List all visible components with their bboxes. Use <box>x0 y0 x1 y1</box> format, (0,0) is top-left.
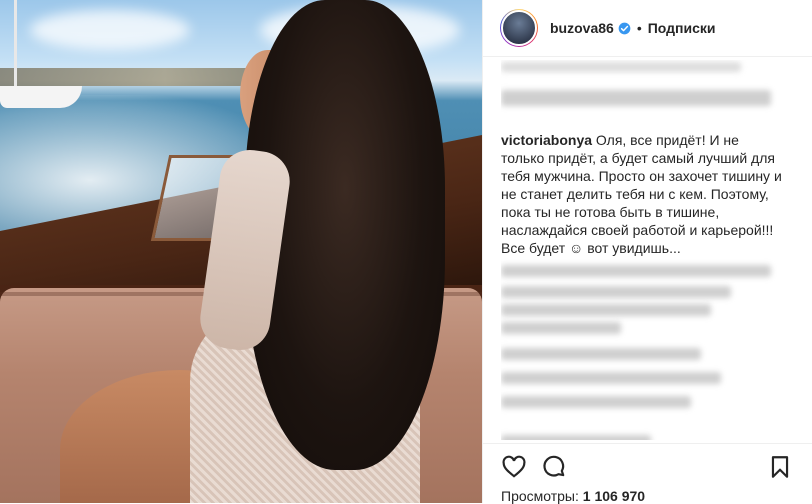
cloud <box>30 10 190 50</box>
sailboat-hull <box>0 86 82 108</box>
comment-icon[interactable] <box>541 454 567 480</box>
views-count[interactable]: Просмотры: 1 106 970 <box>501 488 645 504</box>
blurred-comment <box>501 90 771 106</box>
blurred-comment <box>501 304 711 316</box>
verified-badge-icon <box>618 22 631 34</box>
bookmark-icon[interactable] <box>767 454 793 480</box>
blurred-comment <box>501 435 651 440</box>
avatar-story-ring[interactable] <box>500 9 538 47</box>
blurred-comment <box>501 62 741 72</box>
blurred-comment <box>501 372 721 384</box>
blurred-comment <box>501 322 621 334</box>
comment-item: victoriabonya Оля, все придёт! И не толь… <box>501 131 786 257</box>
post-header: buzova86 • Подписки <box>483 0 812 57</box>
blurred-comment <box>501 265 771 277</box>
post-actions <box>483 452 812 482</box>
blurred-comment <box>501 396 691 408</box>
post-photo[interactable] <box>0 0 482 503</box>
avatar[interactable] <box>501 10 537 46</box>
separator-dot: • <box>636 20 642 36</box>
post-side-panel: buzova86 • Подписки victoriabonya Оля, в… <box>482 0 812 504</box>
comment-author[interactable]: victoriabonya <box>501 132 592 148</box>
heart-icon[interactable] <box>501 454 527 480</box>
blurred-comment <box>501 286 731 298</box>
blurred-comment <box>501 348 701 360</box>
views-value: 1 106 970 <box>582 488 646 504</box>
username-link[interactable]: buzova86 <box>550 20 614 36</box>
divider <box>483 443 812 444</box>
comment-text: Оля, все придёт! И не только придёт, а б… <box>501 132 782 256</box>
comments-list[interactable]: victoriabonya Оля, все придёт! И не толь… <box>501 60 796 440</box>
follow-button[interactable]: Подписки <box>648 20 716 36</box>
sailboat-mast <box>14 0 17 90</box>
views-label: Просмотры: <box>501 488 579 504</box>
